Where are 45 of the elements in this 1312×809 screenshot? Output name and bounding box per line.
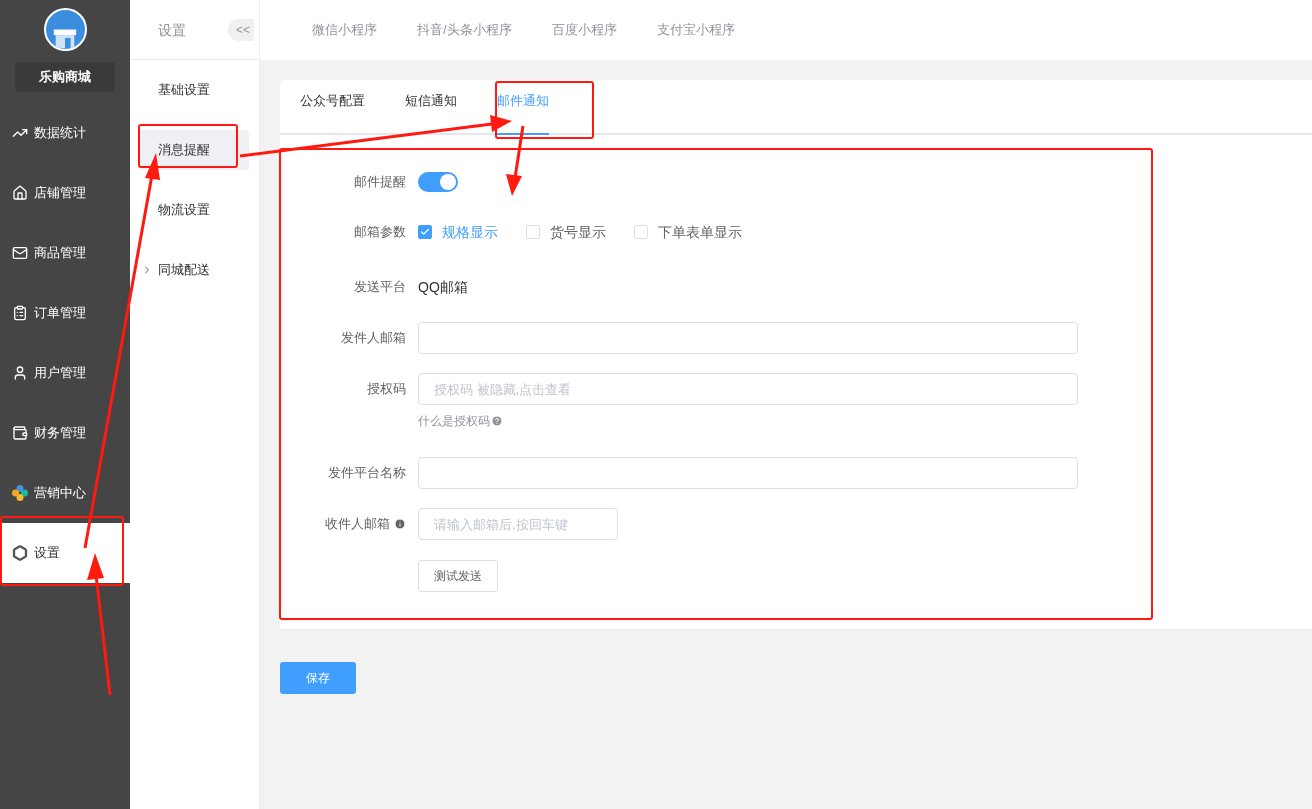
- user-icon: [12, 365, 28, 381]
- clipboard-icon: [12, 305, 28, 321]
- test-send-button[interactable]: 测试发送: [418, 560, 498, 592]
- field-value: QQ邮箱: [418, 278, 468, 297]
- store-logo-icon: [43, 8, 87, 51]
- checkbox-label: 规格显示: [442, 223, 498, 242]
- sidebar-item[interactable]: 财务管理: [0, 403, 130, 463]
- check-icon: [420, 227, 430, 237]
- sidebar-item[interactable]: 设置: [0, 523, 130, 583]
- house-icon: [12, 185, 28, 201]
- wallet-icon: [12, 425, 28, 441]
- sidebar-item[interactable]: 数据统计: [0, 103, 130, 163]
- checkbox[interactable]: [418, 225, 432, 239]
- input-field[interactable]: 授权码 被隐藏,点击查看: [418, 373, 1078, 405]
- subnav-item[interactable]: 基础设置: [138, 70, 249, 110]
- field-label: 发件平台名称: [328, 464, 406, 483]
- subnav-item[interactable]: 物流设置: [138, 190, 249, 230]
- field-label: 邮箱参数: [354, 223, 406, 242]
- sidebar-item[interactable]: 订单管理: [0, 283, 130, 343]
- envelope-icon: [12, 245, 28, 261]
- sidebar-item[interactable]: 店铺管理: [0, 163, 130, 223]
- hexagon-icon: [12, 545, 28, 561]
- store-name: 乐购商城: [15, 62, 115, 92]
- field-label: 发件人邮箱: [341, 329, 406, 348]
- checkbox-label: 货号显示: [550, 223, 606, 242]
- sidebar-item[interactable]: 用户管理: [0, 343, 130, 403]
- input-field[interactable]: [418, 457, 1078, 489]
- subnav-title: 设置: [158, 20, 186, 40]
- sidebar-item[interactable]: 商品管理: [0, 223, 130, 283]
- sidebar-item[interactable]: 营销中心: [0, 463, 130, 523]
- colored-petals-icon: [12, 485, 28, 501]
- field-label: 授权码: [367, 380, 406, 399]
- subnav-item[interactable]: 消息提醒: [138, 130, 249, 170]
- field-label: 发送平台: [354, 278, 406, 297]
- email-input-field[interactable]: 请输入邮箱后,按回车键: [418, 508, 618, 540]
- input-field[interactable]: [418, 322, 1078, 354]
- help-icon: [491, 415, 503, 427]
- toggle-switch[interactable]: [418, 172, 458, 192]
- tab[interactable]: 公众号配置: [300, 91, 365, 135]
- field-label: 邮件提醒: [354, 173, 406, 192]
- subnav-item[interactable]: 同城配送: [138, 250, 249, 290]
- info-icon: [394, 518, 406, 530]
- field-label: 收件人邮箱: [325, 515, 390, 534]
- checkbox-label: 下单表单显示: [658, 223, 742, 242]
- tab[interactable]: 短信通知: [405, 91, 457, 135]
